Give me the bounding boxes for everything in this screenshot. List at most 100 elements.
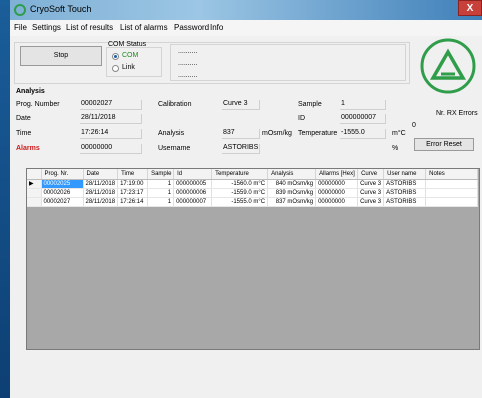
app-icon — [14, 4, 26, 16]
table-cell[interactable]: ASTORIBS — [383, 179, 427, 189]
table-cell[interactable]: 00000000 — [315, 179, 359, 189]
table-cell[interactable]: 00002025 — [41, 179, 84, 189]
table-cell[interactable]: 1 — [147, 179, 175, 189]
cryosoft-logo — [420, 38, 476, 94]
row-selector[interactable]: ▶ — [27, 179, 42, 189]
table-header-row: Prog. Nr. Date Time Sample Id Temperatur… — [27, 169, 479, 180]
col-analysis[interactable]: Analysis — [267, 169, 317, 180]
menu-password[interactable]: Password — [174, 23, 209, 32]
table-cell[interactable]: 1 — [147, 188, 175, 198]
table-cell[interactable]: 00002027 — [41, 197, 84, 207]
close-button[interactable]: X — [458, 0, 482, 16]
table-cell[interactable]: -1559.0 m°C — [211, 188, 269, 198]
sample-value: 1 — [340, 100, 386, 110]
time-label: Time — [16, 130, 32, 137]
table-cell[interactable]: 17:26:14 — [117, 197, 149, 207]
menu-list-of-results[interactable]: List of results — [66, 23, 113, 32]
col-sample[interactable]: Sample — [147, 169, 175, 180]
table-cell[interactable]: -1555.0 m°C — [211, 197, 269, 207]
error-reset-button[interactable]: Error Reset — [414, 138, 474, 151]
title-bar[interactable]: CryoSoft Touch X — [10, 0, 482, 20]
info-line-1: .......... — [178, 48, 198, 55]
col-alarms-hex[interactable]: Allarms [Hex] — [315, 169, 359, 180]
prog-number-value: 00002027 — [80, 100, 142, 110]
table-cell[interactable]: 17:23:17 — [117, 188, 149, 198]
percent-unit: % — [392, 145, 399, 152]
table-row[interactable]: ▶ 00002025 28/11/2018 17:19:00 1 000000005 -15… — [27, 179, 479, 189]
app-window: CryoSoft Touch X File Settings List of r… — [10, 0, 482, 398]
table-cell[interactable]: Curve 3 — [357, 179, 385, 189]
table-cell[interactable]: 000000007 — [173, 197, 213, 207]
alarms-value: 00000000 — [80, 144, 142, 154]
sample-label: Sample — [298, 101, 322, 108]
id-value: 000000007 — [340, 114, 386, 124]
col-notes[interactable]: Notes — [425, 169, 479, 180]
analysis-heading: Analysis — [16, 88, 45, 95]
menu-file[interactable]: File — [14, 23, 27, 32]
table-cell[interactable] — [425, 197, 479, 207]
table-cell[interactable]: Curve 3 — [357, 188, 385, 198]
table-cell[interactable]: ASTORIBS — [383, 197, 427, 207]
analysis-unit: mOsm/kg — [262, 130, 292, 137]
menu-info[interactable]: Info — [210, 23, 223, 32]
table-cell[interactable]: -1560.0 m°C — [211, 179, 269, 189]
menu-bar: File Settings List of results List of al… — [10, 20, 482, 36]
table-row[interactable]: 00002027 28/11/2018 17:26:14 1 000000007 -155… — [27, 197, 479, 207]
table-row[interactable]: 00002026 28/11/2018 17:23:17 1 000000006 -155… — [27, 188, 479, 198]
date-label: Date — [16, 115, 31, 122]
info-line-3: .......... — [178, 72, 198, 79]
com-radio[interactable] — [112, 53, 119, 60]
connection-info-group — [170, 44, 406, 81]
table-cell[interactable]: 840 mOsm/kg — [267, 179, 317, 189]
col-id[interactable]: Id — [173, 169, 213, 180]
table-cell[interactable]: 28/11/2018 — [83, 197, 119, 207]
id-label: ID — [298, 115, 305, 122]
menu-list-of-alarms[interactable]: List of alarms — [120, 23, 168, 32]
results-grid: Prog. Nr. Date Time Sample Id Temperatur… — [26, 168, 480, 350]
col-date[interactable]: Date — [83, 169, 119, 180]
rx-errors-value: 0 — [412, 122, 416, 129]
table-cell[interactable] — [425, 179, 479, 189]
alarms-label: Alarms — [16, 145, 40, 152]
table-cell[interactable]: 00002026 — [41, 188, 84, 198]
username-label: Username — [158, 145, 191, 152]
calibration-value: Curve 3 — [222, 100, 260, 110]
results-body: ▶ 00002025 28/11/2018 17:19:00 1 000000005 -15… — [27, 179, 479, 207]
results-table: Prog. Nr. Date Time Sample Id Temperatur… — [27, 169, 479, 207]
col-user-name[interactable]: User name — [383, 169, 427, 180]
col-prog-nr[interactable]: Prog. Nr. — [41, 169, 84, 180]
table-cell[interactable] — [425, 188, 479, 198]
analysis-label: Analysis — [158, 130, 185, 137]
table-cell[interactable]: 28/11/2018 — [83, 179, 119, 189]
stop-button[interactable]: Stop — [20, 46, 102, 66]
table-cell[interactable]: 00000000 — [315, 197, 359, 207]
col-curve[interactable]: Curve — [357, 169, 385, 180]
table-cell[interactable]: 00000000 — [315, 188, 359, 198]
table-cell[interactable]: 000000006 — [173, 188, 213, 198]
calibration-label: Calibration — [158, 101, 192, 108]
temperature-label: Temperature — [298, 130, 338, 137]
row-header-corner — [27, 169, 42, 180]
table-cell[interactable]: 1 — [147, 197, 175, 207]
table-cell[interactable]: ASTORIBS — [383, 188, 427, 198]
prog-number-label: Prog. Number — [16, 101, 60, 108]
menu-settings[interactable]: Settings — [32, 23, 61, 32]
username-value: ASTORIBS — [222, 144, 260, 154]
temperature-value: -1555.0 — [340, 129, 386, 139]
table-cell[interactable]: 28/11/2018 — [83, 188, 119, 198]
rx-errors-label: Nr. RX Errors — [436, 110, 478, 117]
row-selector[interactable] — [27, 197, 42, 207]
col-time[interactable]: Time — [117, 169, 149, 180]
table-cell[interactable]: 000000005 — [173, 179, 213, 189]
row-selector[interactable] — [27, 188, 42, 198]
table-cell[interactable]: 17:19:00 — [117, 179, 149, 189]
time-value: 17:26:14 — [80, 129, 142, 139]
table-cell[interactable]: Curve 3 — [357, 197, 385, 207]
temperature-unit: m°C — [392, 130, 406, 137]
date-value: 28/11/2018 — [80, 114, 142, 124]
table-cell[interactable]: 837 mOsm/kg — [267, 197, 317, 207]
col-temperature[interactable]: Temperature — [211, 169, 269, 180]
link-radio[interactable] — [112, 65, 119, 72]
analysis-value: 837 — [222, 129, 260, 139]
table-cell[interactable]: 839 mOsm/kg — [267, 188, 317, 198]
